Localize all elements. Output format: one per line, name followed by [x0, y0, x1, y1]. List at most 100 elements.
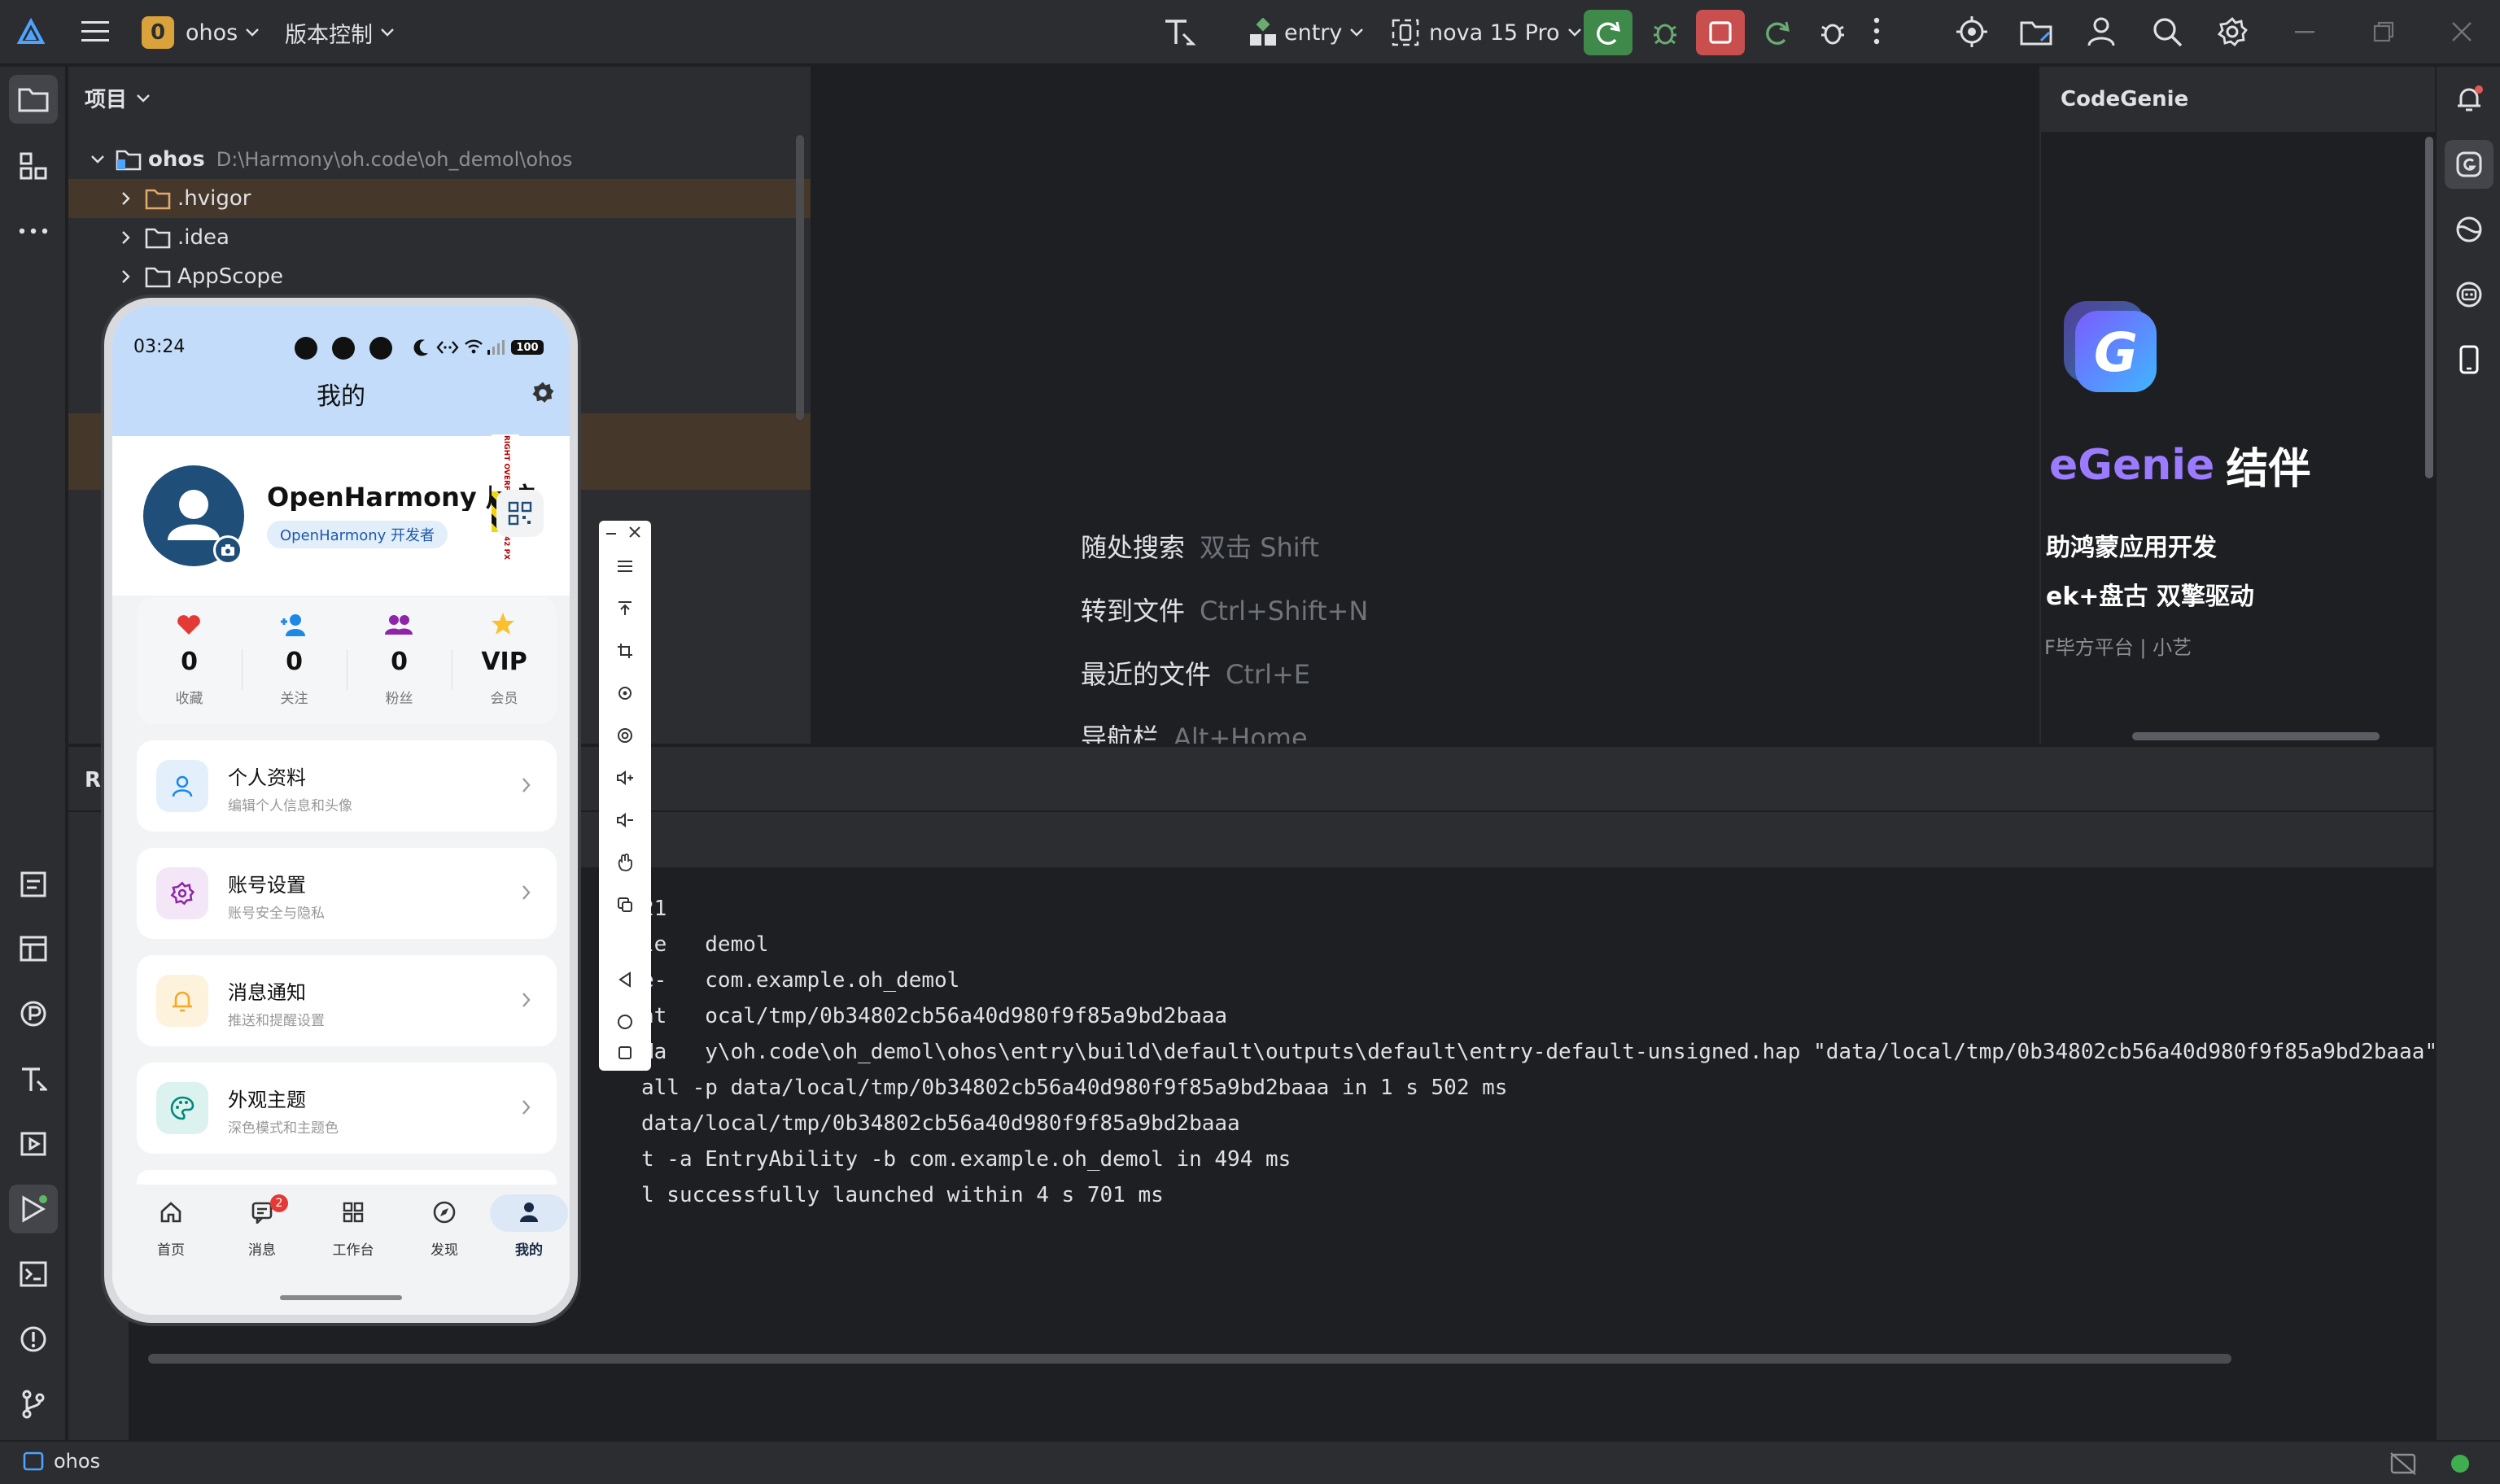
tree-item-label: AppScope	[177, 264, 283, 289]
project-switcher[interactable]: 0 ohos	[142, 15, 260, 50]
copy-icon	[617, 897, 633, 913]
stat-item-following[interactable]: 0 关注	[242, 597, 347, 724]
emu-volume-down-button[interactable]	[599, 799, 651, 841]
account-icon[interactable]	[2087, 16, 2116, 47]
more-tools-button[interactable]	[9, 207, 58, 255]
close-icon[interactable]	[628, 526, 641, 539]
attach-debugger-icon[interactable]	[1808, 10, 1857, 55]
gear-icon[interactable]	[531, 381, 555, 405]
stop-icon[interactable]	[1696, 10, 1745, 55]
title-bar: 0 ohos 版本控制 entry nova 15 Pro	[0, 0, 2500, 65]
git-tool-button[interactable]	[9, 1380, 58, 1429]
codegenie-tool-button[interactable]	[2445, 140, 2493, 189]
run-tab-label[interactable]: R	[85, 768, 101, 792]
emu-shake-button[interactable]	[599, 841, 651, 884]
menu-item-profile[interactable]: 个人资料 编辑个人信息和头像	[137, 740, 557, 831]
project-tool-button[interactable]	[9, 75, 58, 124]
profiler-tool-button[interactable]	[9, 989, 58, 1038]
project-structure-icon[interactable]	[2020, 18, 2054, 47]
chevron-right-icon	[122, 270, 130, 283]
layout-tool-button[interactable]	[9, 924, 58, 973]
camera-icon[interactable]	[213, 535, 243, 565]
tree-row[interactable]: AppScope	[68, 257, 811, 296]
codegenie-h-scrollbar[interactable]	[2132, 732, 2380, 740]
status-indicator-dot	[2451, 1455, 2469, 1473]
gear-icon[interactable]	[2217, 16, 2248, 47]
qr-code-icon[interactable]	[496, 490, 544, 537]
menu-title: 账号设置	[228, 874, 306, 897]
no-connection-icon[interactable]	[2389, 1451, 2417, 1476]
apply-changes-icon[interactable]	[1753, 10, 1802, 55]
tree-row-root[interactable]: ohos D:\Harmony\oh.code\oh_demol\ohos	[68, 140, 811, 179]
assistant-tool-button[interactable]	[2445, 205, 2493, 254]
project-scrollbar[interactable]	[796, 135, 804, 420]
codegenie-title: CodeGenie	[2061, 87, 2189, 111]
restore-icon[interactable]	[2373, 21, 2394, 42]
status-project[interactable]: ohos	[23, 1450, 100, 1473]
vcs-menu[interactable]: 版本控制	[285, 15, 394, 50]
emu-screenshot-button[interactable]	[599, 884, 651, 926]
tree-row[interactable]: .hvigor	[68, 179, 811, 218]
console-h-scrollbar[interactable]	[148, 1354, 2231, 1364]
emu-recent-button[interactable]	[599, 1037, 651, 1069]
tab-me[interactable]: 我的	[490, 1194, 568, 1268]
services-tool-button[interactable]	[9, 1120, 58, 1168]
emu-back-button[interactable]	[599, 958, 651, 1001]
emu-menu-button[interactable]	[599, 545, 651, 587]
device-manager-icon[interactable]	[1956, 16, 1987, 47]
menu-item-notifications[interactable]: 消息通知 推送和提醒设置	[137, 955, 557, 1046]
root-path: D:\Harmony\oh.code\oh_demol\ohos	[216, 148, 573, 171]
todo-tool-button[interactable]	[9, 859, 58, 908]
tab-home[interactable]: 首页	[129, 1194, 213, 1268]
project-view-selector[interactable]: 项目	[85, 83, 150, 113]
home-indicator[interactable]	[280, 1295, 402, 1300]
run-config-selector[interactable]: entry	[1248, 15, 1364, 50]
more-vertical-icon[interactable]	[1873, 16, 1880, 46]
volume-up-icon	[616, 770, 634, 786]
chevron-right-icon	[522, 885, 531, 900]
arkts-tool-button[interactable]	[9, 1054, 58, 1103]
chevron-down-icon	[137, 94, 150, 103]
stat-item-favorites[interactable]: 0 收藏	[137, 597, 242, 724]
rotate-icon	[617, 685, 633, 701]
stat-item-vip[interactable]: VIP 会员	[452, 597, 557, 724]
tab-workbench[interactable]: 工作台	[311, 1194, 396, 1268]
hint-clip: 导航栏 Alt+Home	[812, 718, 2038, 744]
tab-messages[interactable]: 2 消息	[220, 1194, 304, 1268]
notifications-button[interactable]	[2445, 75, 2493, 124]
hint-action: 转到文件	[1081, 596, 1186, 626]
emu-crop-button[interactable]	[599, 630, 651, 672]
minimize-icon[interactable]	[2295, 31, 2314, 34]
rerun-icon[interactable]	[1584, 10, 1632, 55]
arkts-icon[interactable]	[1162, 16, 1198, 49]
tab-discover[interactable]: 发现	[402, 1194, 487, 1268]
device-tool-button[interactable]	[2445, 335, 2493, 384]
problems-tool-button[interactable]	[9, 1315, 58, 1364]
close-icon[interactable]	[2451, 21, 2472, 42]
chevron-down-icon	[246, 28, 260, 37]
minimize-icon[interactable]	[605, 527, 617, 539]
tree-row[interactable]: .idea	[68, 218, 811, 257]
back-triangle-icon	[617, 971, 633, 988]
emu-rotate-button[interactable]	[599, 672, 651, 714]
structure-tool-button[interactable]	[9, 142, 58, 190]
menu-item-account[interactable]: 账号设置 账号安全与隐私	[137, 848, 557, 939]
home-icon	[160, 1201, 182, 1224]
emu-location-button[interactable]	[599, 714, 651, 757]
menu-subtitle: 推送和提醒设置	[228, 1013, 325, 1029]
emu-pin-top-button[interactable]	[599, 587, 651, 630]
device-selector[interactable]: nova 15 Pro	[1392, 15, 1581, 50]
ai-tool-button[interactable]	[2445, 270, 2493, 319]
hint-key: Ctrl+E	[1226, 659, 1310, 690]
debug-icon[interactable]	[1641, 10, 1689, 55]
menu-item-theme[interactable]: 外观主题 深色模式和主题色	[137, 1063, 557, 1154]
terminal-tool-button[interactable]	[9, 1250, 58, 1298]
codegenie-v-scrollbar[interactable]	[2425, 137, 2433, 478]
run-tool-button[interactable]	[9, 1185, 58, 1233]
stat-item-followers[interactable]: 0 粉丝	[347, 597, 452, 724]
project-panel-title: 项目	[85, 88, 128, 112]
main-menu-icon[interactable]	[81, 20, 109, 44]
module-folder-icon	[116, 148, 142, 171]
search-icon[interactable]	[2152, 16, 2183, 47]
emu-volume-up-button[interactable]	[599, 757, 651, 799]
